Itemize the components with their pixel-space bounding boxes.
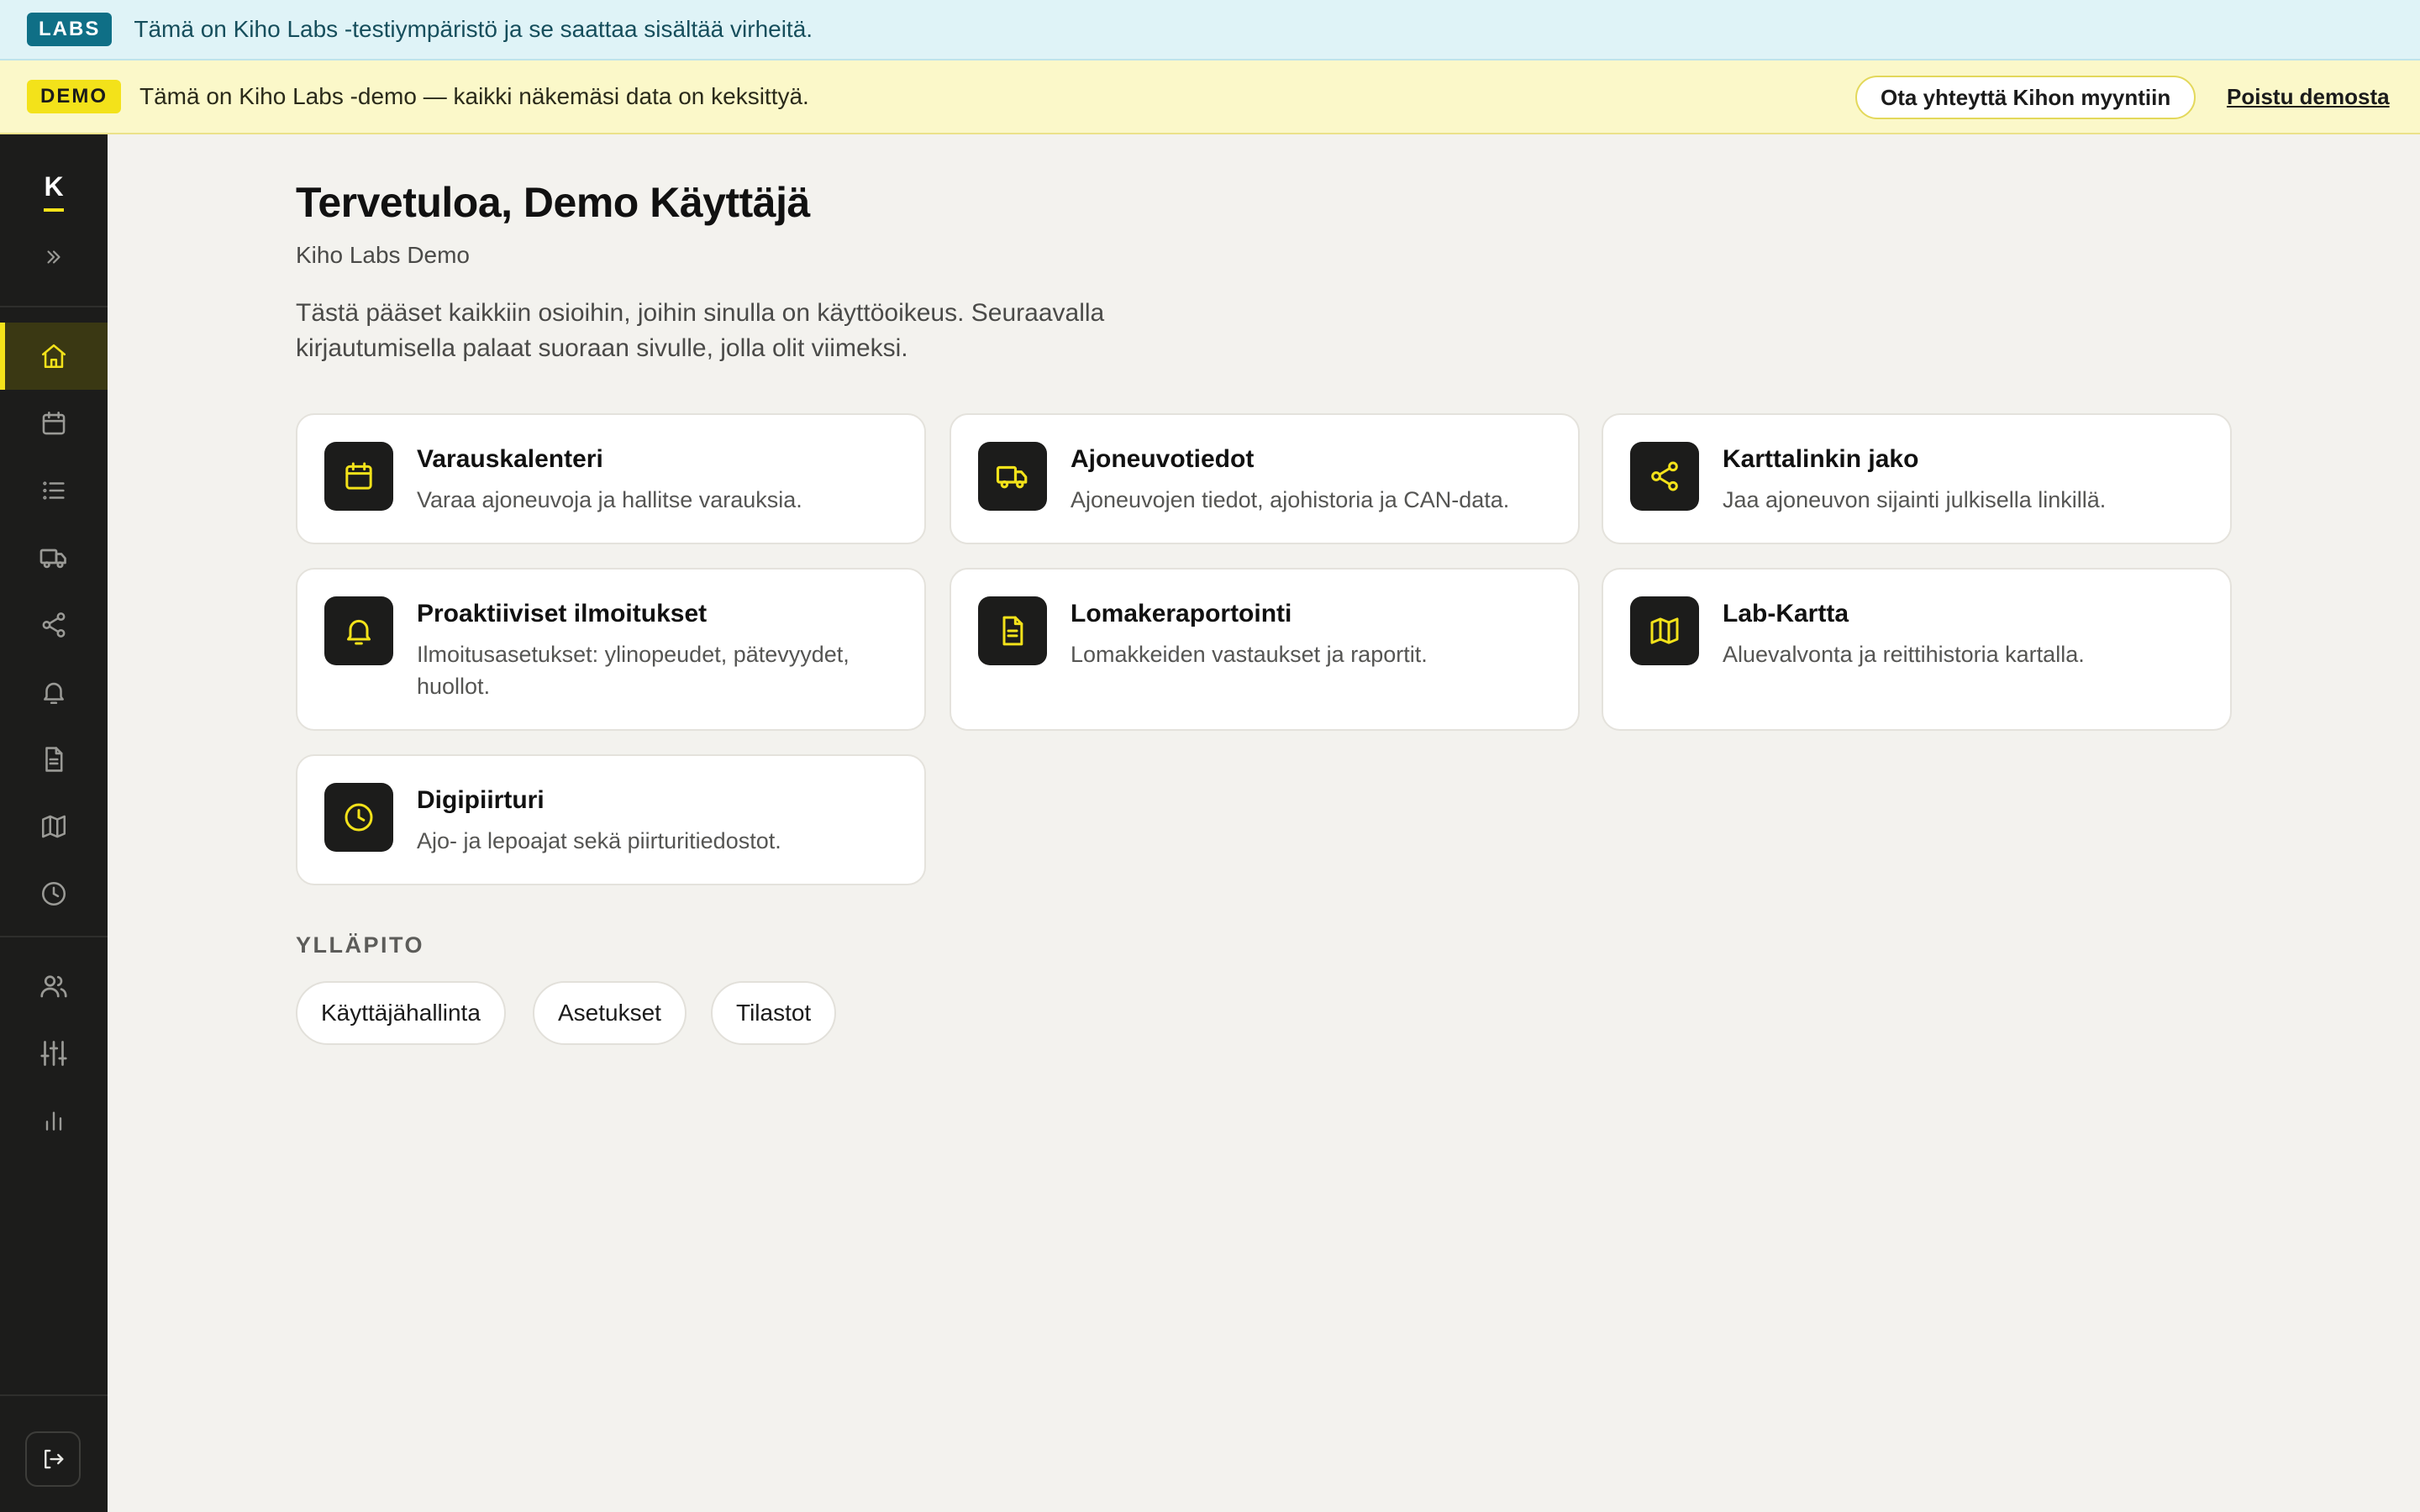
truck-icon [978, 442, 1047, 511]
demo-banner: DEMO Tämä on Kiho Labs -demo — kaikki nä… [0, 60, 2420, 134]
card-digipiirturi[interactable]: Digipiirturi Ajo- ja lepoajat sekä piirt… [296, 754, 926, 885]
intro-text: Tästä pääset kaikkiin osioihin, joihin s… [296, 299, 1105, 362]
contact-sales-button[interactable]: Ota yhteyttä Kihon myyntiin [1855, 76, 2196, 119]
sidebar-item-share[interactable] [0, 591, 108, 659]
demo-banner-text: Tämä on Kiho Labs -demo — kaikki näkemäs… [139, 83, 809, 109]
card-lomakeraportointi[interactable]: Lomakeraportointi Lomakkeiden vastaukset… [950, 568, 1580, 731]
demo-badge: DEMO [27, 80, 121, 113]
card-description: Ajo- ja lepoajat sekä piirturitiedostot. [417, 828, 781, 853]
logout-icon [45, 1449, 64, 1469]
card-title: Karttalinkin jako [1723, 445, 1919, 473]
card-title: Proaktiiviset ilmoitukset [417, 600, 708, 627]
logo-underline [44, 208, 64, 212]
sidebar-divider [0, 306, 108, 307]
document-icon [978, 596, 1047, 665]
card-title: Lab-Kartta [1723, 600, 1849, 627]
card-description: Varaa ajoneuvoja ja hallitse varauksia. [417, 487, 802, 512]
labs-badge: LABS [27, 13, 113, 46]
admin-section-label: YLLÄPITO [296, 932, 425, 958]
labs-banner-text: Tämä on Kiho Labs -testiympäristö ja se … [134, 16, 813, 42]
home-icon [41, 344, 66, 369]
map-icon [41, 815, 66, 838]
expand-sidebar-icon[interactable] [37, 240, 71, 274]
bar-chart-icon [45, 1111, 62, 1131]
sidebar-item-notifications[interactable] [0, 659, 108, 726]
bell-icon [324, 596, 393, 665]
exit-demo-link[interactable]: Poistu demosta [2227, 84, 2390, 110]
users-icon [40, 975, 67, 998]
sidebar-divider [0, 936, 108, 937]
sidebar: K [0, 134, 108, 1512]
sidebar-divider [0, 1394, 108, 1396]
card-varauskalenteri[interactable]: Varauskalenteri Varaa ajoneuvoja ja hall… [296, 413, 926, 544]
card-title: Varauskalenteri [417, 445, 603, 473]
settings-button[interactable]: Asetukset [533, 981, 687, 1045]
logout-button[interactable] [25, 1431, 81, 1487]
organization-name: Kiho Labs Demo [296, 242, 471, 268]
sidebar-item-calendar[interactable] [0, 390, 108, 457]
card-title: Ajoneuvotiedot [1071, 445, 1255, 473]
sidebar-item-forms[interactable] [0, 726, 108, 793]
clock-icon [324, 783, 393, 852]
card-description: Aluevalvonta ja reittihistoria kartalla. [1723, 642, 2085, 667]
calendar-icon [324, 442, 393, 511]
sidebar-item-home[interactable] [0, 323, 108, 390]
statistics-button[interactable]: Tilastot [711, 981, 837, 1045]
sidebar-item-vehicles[interactable] [0, 524, 108, 591]
list-icon [43, 481, 65, 500]
map-icon [1630, 596, 1699, 665]
sidebar-item-settings[interactable] [0, 1020, 108, 1087]
card-title: Lomakeraportointi [1071, 600, 1292, 627]
labs-banner: LABS Tämä on Kiho Labs -testiympäristö j… [0, 0, 2420, 60]
page-title: Tervetuloa, Demo Käyttäjä [296, 179, 810, 226]
sidebar-item-map[interactable] [0, 793, 108, 860]
card-description: Ilmoitusasetukset: ylinopeudet, pätevyyd… [417, 642, 850, 699]
share-icon [1630, 442, 1699, 511]
sidebar-item-tachograph[interactable] [0, 860, 108, 927]
sliders-icon [40, 1041, 67, 1066]
card-ajoneuvotiedot[interactable]: Ajoneuvotiedot Ajoneuvojen tiedot, ajohi… [950, 413, 1580, 544]
logo[interactable]: K [0, 171, 108, 202]
truck-icon [39, 549, 66, 569]
share-icon [42, 612, 66, 638]
bell-icon [44, 682, 64, 705]
sidebar-item-users[interactable] [0, 953, 108, 1020]
sidebar-item-statistics[interactable] [0, 1087, 108, 1154]
calendar-icon [42, 411, 66, 435]
card-description: Jaa ajoneuvon sijainti julkisella linkil… [1723, 487, 2107, 512]
card-description: Lomakkeiden vastaukset ja raportit. [1071, 642, 1428, 667]
card-karttalinkin-jako[interactable]: Karttalinkin jako Jaa ajoneuvon sijainti… [1602, 413, 2232, 544]
sidebar-item-list[interactable] [0, 457, 108, 524]
card-title: Digipiirturi [417, 786, 544, 814]
card-description: Ajoneuvojen tiedot, ajohistoria ja CAN-d… [1071, 487, 1510, 512]
card-lab-kartta[interactable]: Lab-Kartta Aluevalvonta ja reittihistori… [1602, 568, 2232, 731]
clock-icon [41, 881, 66, 906]
document-icon [45, 747, 63, 772]
card-proaktiiviset-ilmoitukset[interactable]: Proaktiiviset ilmoitukset Ilmoitusasetuk… [296, 568, 926, 731]
user-management-button[interactable]: Käyttäjähallinta [296, 981, 506, 1045]
